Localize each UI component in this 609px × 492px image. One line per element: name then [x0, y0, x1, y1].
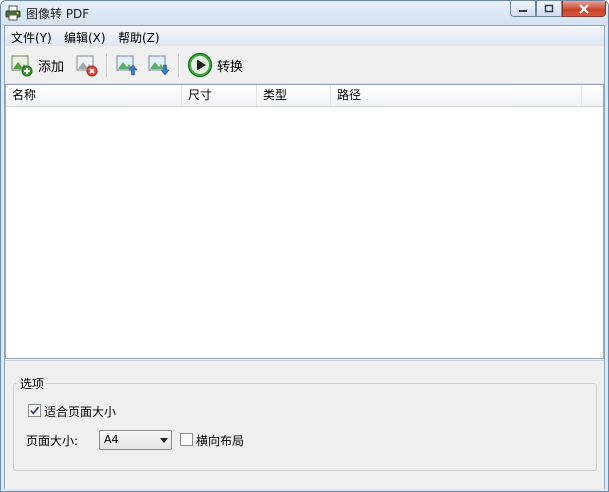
toolbar: 添加 转换	[5, 47, 604, 84]
fit-page-checkbox[interactable]	[28, 404, 41, 417]
minimize-icon	[519, 9, 527, 12]
printer-icon	[5, 5, 21, 21]
convert-label: 转换	[217, 59, 244, 75]
menu-edit[interactable]: 编辑(X)	[64, 29, 106, 46]
file-list[interactable]: 名称 尺寸 类型 路径	[5, 84, 604, 359]
maximize-icon	[544, 4, 554, 13]
close-icon	[579, 3, 589, 14]
column-path[interactable]: 路径	[331, 85, 582, 106]
checkmark-icon	[30, 406, 40, 415]
add-button[interactable]: 添加	[10, 51, 64, 79]
add-label: 添加	[38, 59, 65, 75]
remove-image-icon	[76, 55, 98, 77]
page-size-value: A4	[104, 433, 119, 446]
options-group-title: 选项	[18, 375, 47, 392]
landscape-checkbox[interactable]	[180, 433, 193, 446]
column-name[interactable]: 名称	[6, 85, 182, 106]
page-size-select[interactable]: A4	[99, 430, 172, 450]
move-up-button[interactable]	[115, 51, 139, 79]
toolbar-separator	[106, 53, 108, 77]
dropdown-arrow-icon	[160, 438, 168, 443]
title-bar[interactable]: 图像转 PDF	[1, 1, 608, 25]
client-area: 文件(Y) 编辑(X) 帮助(Z) 添加 转换 名称 尺寸 类型 路径 选项 适…	[4, 25, 605, 489]
window-title: 图像转 PDF	[26, 7, 90, 21]
add-image-icon	[11, 55, 33, 77]
menu-bar: 文件(Y) 编辑(X) 帮助(Z)	[5, 26, 604, 46]
landscape-label[interactable]: 横向布局	[196, 432, 244, 449]
column-type[interactable]: 类型	[257, 85, 331, 106]
menu-help[interactable]: 帮助(Z)	[118, 29, 160, 46]
play-icon	[187, 52, 213, 78]
minimize-button[interactable]	[510, 1, 536, 17]
page-size-label: 页面大小:	[26, 434, 79, 448]
move-down-icon	[148, 55, 170, 76]
toolbar-separator	[178, 53, 180, 77]
options-groupbox	[13, 383, 597, 471]
remove-button[interactable]	[75, 51, 99, 79]
fit-page-label[interactable]: 适合页面大小	[44, 403, 116, 420]
caption-buttons	[510, 1, 606, 19]
maximize-button[interactable]	[536, 1, 562, 17]
close-button[interactable]	[562, 1, 606, 17]
app-window: 图像转 PDF 文件(Y) 编辑(X) 帮助(Z) 添加 转换 名称 尺寸 类型…	[0, 0, 609, 492]
options-panel: 选项 适合页面大小 页面大小: A4 横向布局	[5, 360, 604, 489]
list-header: 名称 尺寸 类型 路径	[6, 85, 603, 107]
move-down-button[interactable]	[147, 51, 171, 79]
menu-file[interactable]: 文件(Y)	[11, 29, 52, 46]
convert-button[interactable]: 转换	[187, 51, 243, 79]
column-size[interactable]: 尺寸	[182, 85, 257, 106]
move-up-icon	[116, 55, 138, 76]
